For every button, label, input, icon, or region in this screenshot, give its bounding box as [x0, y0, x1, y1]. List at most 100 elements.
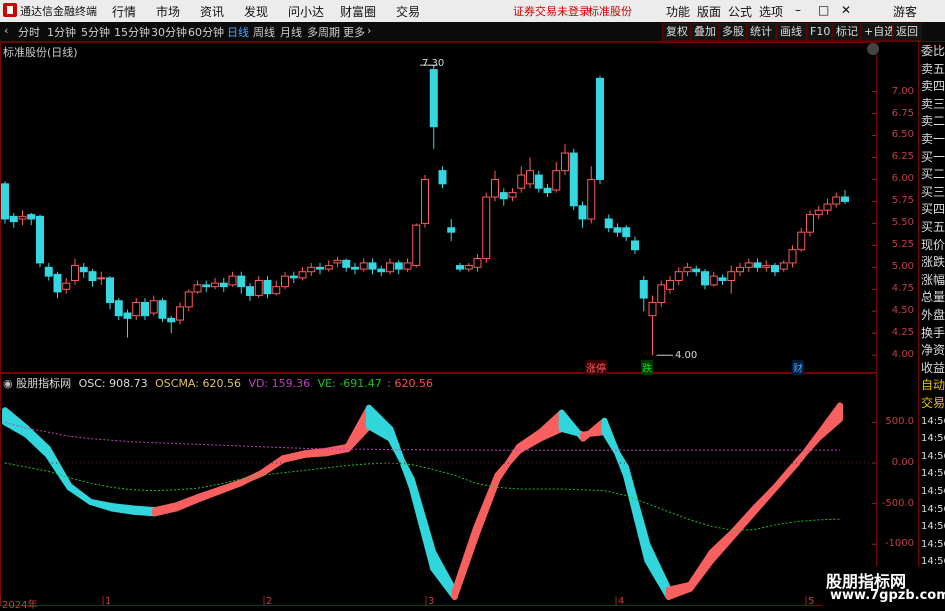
- indicator-toggle-icon[interactable]: ◉: [3, 377, 13, 390]
- candle-body: [657, 284, 666, 303]
- menu-hq[interactable]: 行情: [112, 3, 136, 20]
- osc-band-segment: [451, 524, 480, 600]
- date-axis-tick: 2: [266, 596, 273, 607]
- period-intraday[interactable]: 分时: [18, 24, 40, 40]
- menu-market[interactable]: 市场: [156, 3, 180, 20]
- sidebar-field: 14:56: [921, 450, 945, 462]
- event-tag-finance[interactable]: 财: [792, 360, 804, 375]
- nav-left-icon[interactable]: ‹: [4, 24, 8, 37]
- sidebar-field[interactable]: 自动: [921, 379, 945, 392]
- close-icon[interactable]: ✕: [841, 3, 851, 17]
- candle-body: [753, 262, 762, 268]
- candle-body: [88, 271, 97, 282]
- period-15min[interactable]: 15分钟: [114, 24, 150, 40]
- sidebar-field: 卖一: [921, 132, 945, 146]
- period-30min[interactable]: 30分钟: [151, 24, 187, 40]
- menu-discover[interactable]: 发现: [244, 3, 268, 20]
- login-notice[interactable]: 证券交易未登录: [513, 3, 590, 19]
- sidebar-field: 14:56: [921, 486, 945, 497]
- candle-body: [648, 301, 657, 317]
- price-axis-tick: 6.75: [891, 107, 914, 119]
- candle-body: [79, 266, 88, 273]
- candle-body: [709, 275, 718, 286]
- osc-band-segment: [237, 469, 265, 487]
- sidebar-field: 换手: [921, 325, 945, 340]
- event-tag-limitup[interactable]: 涨停: [585, 360, 607, 375]
- osc-band-segment: [430, 549, 458, 600]
- sidebar-field: 净资: [921, 343, 945, 358]
- osc-band-segment: [601, 417, 629, 479]
- menu-layout[interactable]: 版面: [697, 3, 721, 20]
- event-tag-drop[interactable]: 跌: [641, 360, 653, 375]
- chart-canvas[interactable]: [0, 42, 918, 609]
- period-more[interactable]: 更多: [343, 24, 365, 40]
- stats-button[interactable]: 统计: [746, 23, 776, 41]
- menu-wealth[interactable]: 财富圈: [340, 3, 376, 20]
- menu-trade[interactable]: 交易: [396, 3, 420, 20]
- sidebar-field: 收益: [921, 360, 945, 375]
- settings-gear-icon[interactable]: [867, 43, 879, 55]
- candle-body: [272, 286, 281, 295]
- overlay-button[interactable]: 叠加: [690, 23, 720, 41]
- maximize-icon[interactable]: □: [818, 3, 829, 17]
- period-multi[interactable]: 多周期: [307, 24, 340, 40]
- osc-band-segment: [151, 502, 180, 517]
- period-5min[interactable]: 5分钟: [81, 24, 110, 40]
- candle-body: [316, 266, 324, 270]
- indicator-name[interactable]: 股朋指标网: [16, 377, 71, 390]
- draw-button[interactable]: 画线: [776, 23, 806, 41]
- adjust-button[interactable]: 复权: [662, 23, 692, 41]
- candle-body: [683, 266, 692, 273]
- candlestick-series: [1, 64, 849, 356]
- osc-band-segment: [280, 450, 308, 463]
- stock-notice[interactable]: 标准股份: [588, 3, 632, 19]
- candle-body: [447, 227, 456, 233]
- menu-formula[interactable]: 公式: [728, 3, 752, 20]
- candle-body: [622, 227, 631, 238]
- sidebar-field: 14:56: [921, 433, 945, 445]
- candle-body: [36, 215, 44, 264]
- sidebar-field: 外盘: [921, 308, 945, 322]
- period-weekly[interactable]: 周线: [253, 24, 275, 40]
- sidebar-field: 14:56: [921, 415, 945, 427]
- extra-value: : 620.56: [387, 377, 433, 390]
- more-chevron-icon[interactable]: ›: [367, 24, 371, 37]
- back-button[interactable]: 返回: [892, 23, 922, 41]
- period-monthly[interactable]: 月线: [280, 24, 302, 40]
- osc-band-segment: [44, 445, 73, 491]
- guest-label[interactable]: 游客: [893, 3, 917, 20]
- candle-body: [561, 152, 569, 172]
- date-axis-tick: 5: [808, 596, 815, 607]
- osc-band-segment: [387, 425, 415, 491]
- candle-body: [71, 265, 79, 282]
- sidebar-field: 14:56: [921, 538, 945, 550]
- candle-body: [167, 317, 176, 323]
- menu-bar: 通达信金融终端 行情 市场 资讯 发现 问小达 财富圈 交易 证券交易未登录 标…: [0, 0, 945, 22]
- sidebar-field: 买三: [921, 184, 945, 199]
- candle-body: [806, 214, 814, 233]
- sidebar-field: 卖二: [921, 114, 945, 129]
- menu-ask[interactable]: 问小达: [288, 3, 324, 20]
- sidebar-field: 14:56: [921, 503, 945, 515]
- sidebar-field: 涨幅: [921, 272, 945, 287]
- multistock-button[interactable]: 多股: [718, 23, 748, 41]
- period-60min[interactable]: 60分钟: [188, 24, 224, 40]
- minimize-icon[interactable]: –: [795, 3, 801, 17]
- menu-news[interactable]: 资讯: [200, 3, 224, 20]
- period-daily[interactable]: 日线: [227, 24, 249, 40]
- candle-body: [744, 262, 753, 268]
- osc-band-segment: [794, 431, 822, 467]
- mark-button[interactable]: 标记: [832, 23, 862, 41]
- sidebar-field[interactable]: 交易: [921, 397, 945, 410]
- candle-body: [613, 227, 622, 233]
- candle-body: [832, 196, 841, 205]
- candle-body: [158, 300, 167, 319]
- candle-body: [377, 268, 386, 273]
- period-1min[interactable]: 1分钟: [47, 24, 76, 40]
- f10-button[interactable]: F10: [806, 23, 835, 41]
- candle-body: [403, 262, 412, 270]
- osc-band-segment: [729, 505, 758, 540]
- menu-options[interactable]: 选项: [759, 3, 783, 20]
- menu-function[interactable]: 功能: [666, 3, 690, 20]
- osc-band-segment: [687, 549, 715, 592]
